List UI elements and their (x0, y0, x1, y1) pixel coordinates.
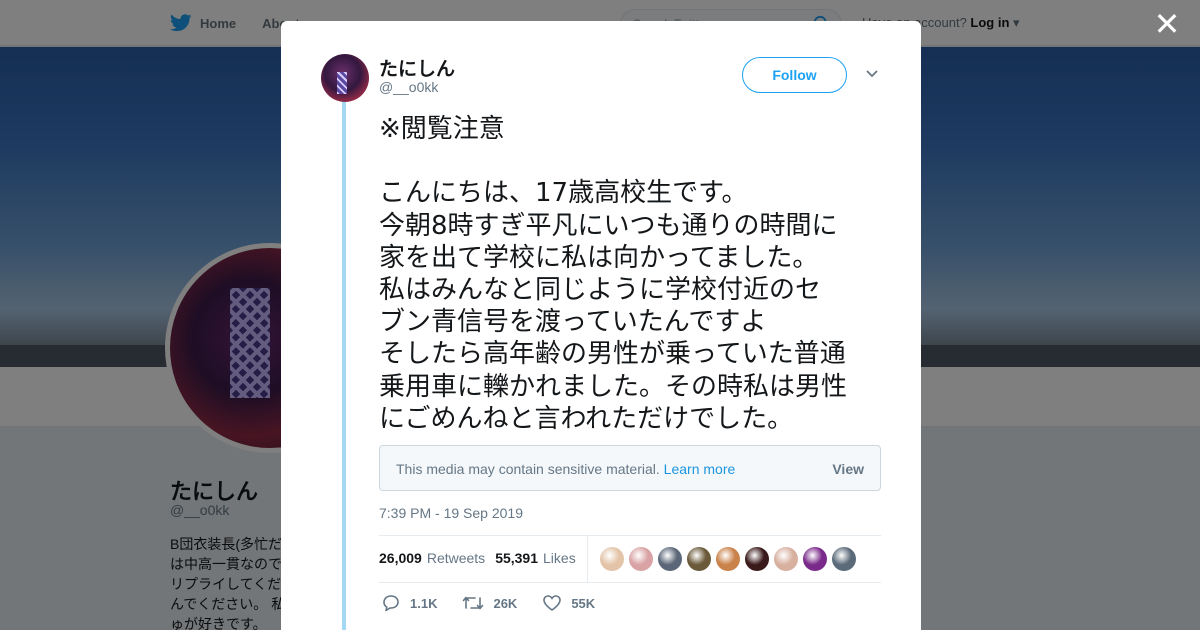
liker-avatar[interactable] (629, 547, 653, 571)
likes-count: 55,391 (495, 550, 539, 566)
liker-avatar[interactable] (803, 547, 827, 571)
view-button[interactable]: View (832, 461, 864, 477)
tweet-stats: 26,009 Retweets 55,391 Likes (379, 550, 576, 566)
sensitive-message-text: This media may contain sensitive materia… (396, 461, 660, 477)
thread-line (342, 101, 346, 630)
tweet-timestamp[interactable]: 7:39 PM - 19 Sep 2019 (379, 505, 523, 521)
liker-avatar[interactable] (658, 547, 682, 571)
learn-more-link[interactable]: Learn more (664, 461, 736, 477)
retweets-label: Retweets (426, 550, 486, 566)
liker-avatar[interactable] (745, 547, 769, 571)
sensitive-message: This media may contain sensitive materia… (396, 461, 735, 477)
chevron-down-icon[interactable] (864, 65, 880, 81)
divider (379, 582, 881, 583)
heart-icon (543, 595, 562, 611)
liker-avatars (600, 547, 856, 571)
reply-button[interactable]: 1.1K (381, 594, 437, 612)
liker-avatar[interactable] (600, 547, 624, 571)
follow-button[interactable]: Follow (742, 57, 847, 93)
retweet-count: 26K (493, 595, 518, 611)
close-icon[interactable]: ✕ (1152, 8, 1182, 40)
retweets-stat[interactable]: 26,009 Retweets (379, 550, 485, 566)
reply-icon (383, 595, 399, 612)
likes-label: Likes (543, 550, 576, 566)
likes-stat[interactable]: 55,391 Likes (495, 550, 576, 566)
like-button[interactable]: 55K (542, 594, 595, 612)
liker-avatar[interactable] (832, 547, 856, 571)
tweet-author-name[interactable]: たにしん (379, 54, 455, 81)
tweet-text: ※閲覧注意 こんにちは、17歳高校生です。 今朝8時すぎ平凡にいつも通りの時間に… (379, 114, 848, 434)
retweets-count: 26,009 (379, 550, 422, 566)
avatar-decoration (337, 72, 347, 94)
tweet-author-avatar[interactable] (321, 54, 369, 102)
tweet-modal: たにしん @__o0kk Follow ※閲覧注意 こんにちは、17歳高校生です… (281, 21, 921, 630)
tweet-actions: 1.1K 26K 55K (381, 594, 620, 612)
divider (587, 535, 588, 582)
sensitive-media-notice: This media may contain sensitive materia… (379, 445, 881, 491)
like-count: 55K (571, 595, 596, 611)
retweet-icon (463, 596, 484, 610)
liker-avatar[interactable] (774, 547, 798, 571)
tweet-author-handle[interactable]: @__o0kk (379, 79, 438, 95)
reply-count: 1.1K (410, 595, 438, 611)
liker-avatar[interactable] (687, 547, 711, 571)
retweet-button[interactable]: 26K (462, 594, 517, 612)
divider (379, 535, 881, 536)
liker-avatar[interactable] (716, 547, 740, 571)
